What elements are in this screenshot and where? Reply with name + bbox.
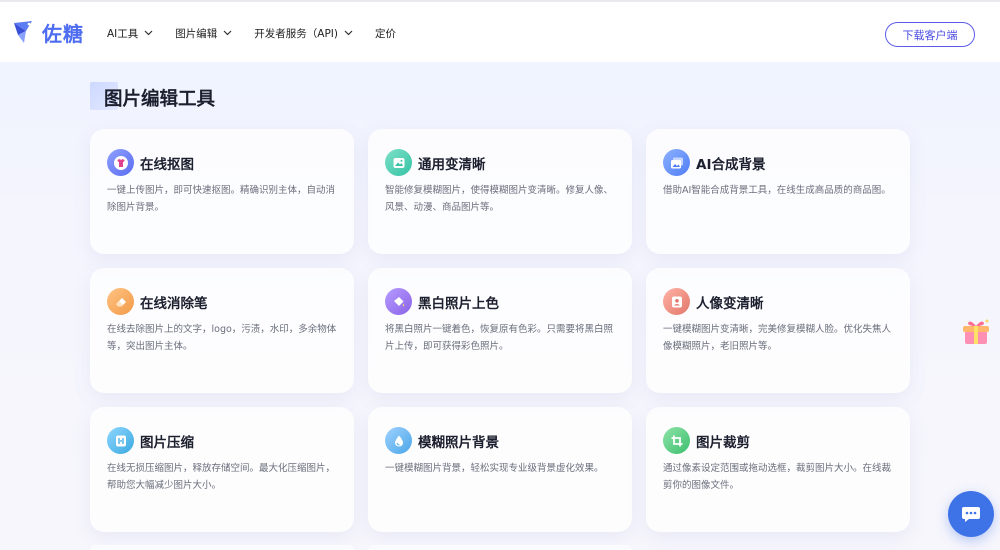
card-title: AI合成背景 <box>696 157 766 173</box>
brand-logo[interactable]: 佐糖 <box>12 18 84 47</box>
photo-stack-icon <box>663 149 690 176</box>
card-title: 图片压缩 <box>140 435 194 451</box>
drop-icon <box>385 427 412 454</box>
card-peek <box>368 545 632 550</box>
section-header: 图片编辑工具 <box>90 82 215 110</box>
tool-card-colorize[interactable]: 黑白照片上色 将黑白照片一键着色，恢复原有色彩。只需要将黑白照片上传，即可获得彩… <box>368 268 632 393</box>
nav-item-ai-tools[interactable]: AI工具 <box>107 26 153 41</box>
card-peek <box>90 545 354 550</box>
card-description: 智能修复模糊图片，使得模糊图片变清晰。修复人像、风景、动漫、商品图片等。 <box>385 185 614 213</box>
chevron-down-icon <box>144 30 153 36</box>
card-description: 通过像素设定范围或拖动选框，裁剪图片大小。在线裁剪你的图像文件。 <box>663 463 892 491</box>
paint-bucket-icon <box>385 288 412 315</box>
card-title: 模糊照片背景 <box>418 435 499 451</box>
card-description: 一键上传图片，即可快速抠图。精确识别主体，自动消除图片背景。 <box>107 185 336 213</box>
download-client-button[interactable]: 下载客户端 <box>885 22 975 47</box>
tool-card-crop[interactable]: 图片裁剪 通过像素设定范围或拖动选框，裁剪图片大小。在线裁剪你的图像文件。 <box>646 407 910 532</box>
portrait-icon <box>663 288 690 315</box>
section-title: 图片编辑工具 <box>104 89 216 110</box>
card-description: 一键模糊图片变清晰，完美修复模糊人脸。优化失焦人像模糊照片，老旧照片等。 <box>663 324 892 352</box>
tool-card-ai-background[interactable]: AI合成背景 借助AI智能合成背景工具，在线生成高品质的商品图。 <box>646 129 910 254</box>
compress-icon <box>107 427 134 454</box>
bird-logo-icon <box>14 20 32 43</box>
chevron-down-icon <box>223 30 232 36</box>
card-title: 人像变清晰 <box>696 296 764 312</box>
tool-card-enhance[interactable]: 通用变清晰 智能修复模糊图片，使得模糊图片变清晰。修复人像、风景、动漫、商品图片… <box>368 129 632 254</box>
nav-item-image-edit[interactable]: 图片编辑 <box>175 26 232 41</box>
card-description: 在线去除图片上的文字，logo，污渍，水印，多余物体等，突出图片主体。 <box>107 324 337 352</box>
nav-item-label: 定价 <box>375 27 396 40</box>
nav-item-pricing[interactable]: 定价 <box>375 26 396 41</box>
card-title: 在线消除笔 <box>140 296 208 312</box>
card-description: 一键模糊图片背景，轻松实现专业级背景虚化效果。 <box>385 463 604 474</box>
card-title: 通用变清晰 <box>418 157 486 173</box>
nav-item-label: 图片编辑 <box>175 27 218 40</box>
chat-bubble-icon <box>962 507 980 522</box>
shirt-icon <box>107 149 134 176</box>
gift-icon[interactable] <box>960 316 992 348</box>
eraser-icon <box>107 288 134 315</box>
card-description: 借助AI智能合成背景工具，在线生成高品质的商品图。 <box>663 185 891 196</box>
nav-item-label: 开发者服务（API) <box>254 27 338 40</box>
image-icon <box>385 149 412 176</box>
card-title: 在线抠图 <box>140 157 194 173</box>
chevron-down-icon <box>344 30 353 36</box>
nav-item-developer-api[interactable]: 开发者服务（API) <box>254 26 353 41</box>
crop-icon <box>663 427 690 454</box>
top-nav: 佐糖 AI工具 图片编辑 开发者服务（API) 定价 下载客户端 <box>0 0 1000 62</box>
tool-card-compress[interactable]: 图片压缩 在线无损压缩图片，释放存储空间。最大化压缩图片，帮助您大幅减少图片大小… <box>90 407 354 532</box>
card-title: 黑白照片上色 <box>418 296 499 312</box>
nav-menu: AI工具 图片编辑 开发者服务（API) 定价 <box>107 2 418 64</box>
brand-name: 佐糖 <box>42 22 84 46</box>
card-title: 图片裁剪 <box>696 435 750 451</box>
nav-item-label: AI工具 <box>107 27 139 40</box>
card-description: 将黑白照片一键着色，恢复原有色彩。只需要将黑白照片上传，即可获得彩色照片。 <box>385 324 614 352</box>
tool-card-cutout[interactable]: 在线抠图 一键上传图片，即可快速抠图。精确识别主体，自动消除图片背景。 <box>90 129 354 254</box>
tool-card-eraser[interactable]: 在线消除笔 在线去除图片上的文字，logo，污渍，水印，多余物体等，突出图片主体… <box>90 268 354 393</box>
chat-button[interactable] <box>948 491 994 537</box>
tool-card-portrait-enhance[interactable]: 人像变清晰 一键模糊图片变清晰，完美修复模糊人脸。优化失焦人像模糊照片，老旧照片… <box>646 268 910 393</box>
card-description: 在线无损压缩图片，释放存储空间。最大化压缩图片，帮助您大幅减少图片大小。 <box>107 463 336 491</box>
tool-card-blur-background[interactable]: 模糊照片背景 一键模糊图片背景，轻松实现专业级背景虚化效果。 <box>368 407 632 532</box>
